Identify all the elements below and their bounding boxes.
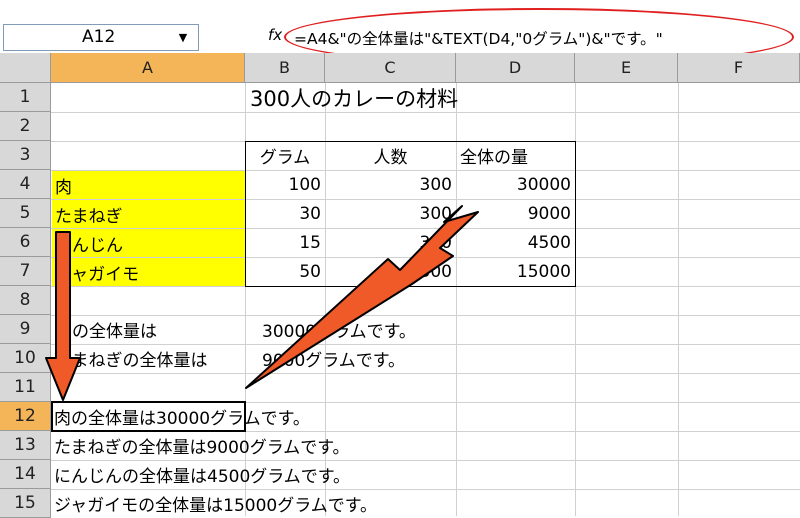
- down-arrow-icon: [45, 231, 81, 401]
- annotation-arrows: [45, 205, 479, 401]
- diagonal-arrow-icon: [245, 205, 479, 389]
